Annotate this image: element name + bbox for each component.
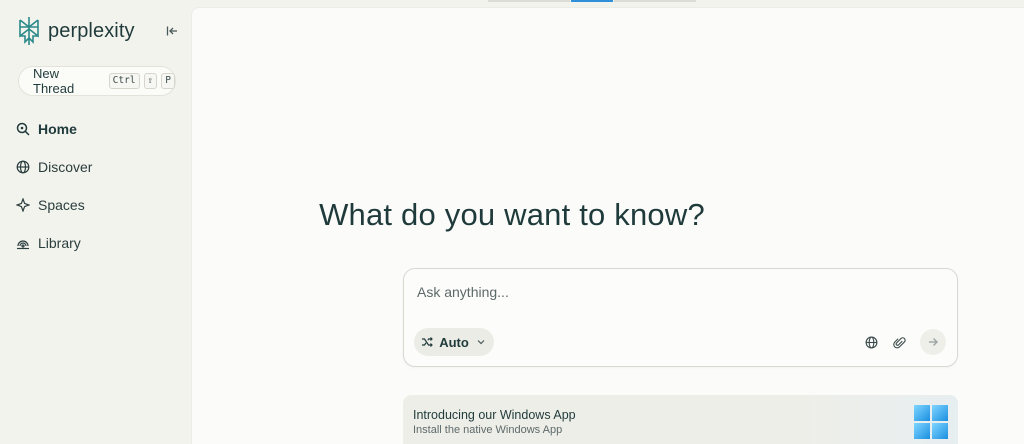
- shuffle-icon: [422, 337, 434, 347]
- promo-title: Introducing our Windows App: [413, 408, 576, 422]
- paperclip-icon: [892, 336, 906, 348]
- new-thread-label: New Thread: [33, 66, 75, 96]
- globe-icon: [865, 336, 877, 348]
- collapse-icon: [166, 26, 177, 36]
- ask-input[interactable]: [417, 281, 937, 303]
- chevron-down-icon: [477, 340, 485, 345]
- windows-app-promo[interactable]: Introducing our Windows App Install the …: [403, 395, 958, 444]
- promo-subtitle: Install the native Windows App: [413, 424, 563, 436]
- app-window: perplexity New Thread Ctrl ⇧ P Home Disc…: [0, 0, 1024, 444]
- arrow-right-icon: [929, 338, 938, 346]
- perplexity-logo-icon: [19, 17, 39, 45]
- brand-name: perplexity: [48, 19, 135, 42]
- source-focus-button[interactable]: [860, 331, 882, 353]
- submit-button[interactable]: [920, 329, 946, 355]
- shortcut-key-ctrl: Ctrl: [108, 73, 140, 89]
- windows-logo-icon: [914, 405, 948, 439]
- sidebar-item-label: Discover: [38, 159, 93, 175]
- mode-label: Auto: [439, 334, 469, 350]
- top-tab-indicator: [488, 0, 698, 2]
- mode-selector-button[interactable]: Auto: [414, 328, 494, 356]
- search-icon: [16, 122, 30, 136]
- library-icon: [17, 240, 29, 250]
- sidebar-item-discover[interactable]: Discover: [0, 154, 191, 180]
- collapse-sidebar-button[interactable]: [163, 22, 181, 40]
- page-title: What do you want to know?: [319, 197, 705, 232]
- brand[interactable]: perplexity: [16, 16, 135, 46]
- ask-box: Auto: [403, 268, 958, 367]
- new-thread-button[interactable]: New Thread Ctrl ⇧ P: [18, 66, 176, 96]
- sidebar-item-library[interactable]: Library: [0, 230, 191, 256]
- sidebar-item-home[interactable]: Home: [0, 116, 191, 142]
- shortcut-key-p: P: [161, 73, 175, 89]
- sidebar-item-label: Library: [38, 235, 81, 251]
- sidebar-nav: Home Discover Spaces Library: [0, 116, 191, 268]
- shortcut-key-shift: ⇧: [143, 73, 158, 89]
- globe-icon: [16, 160, 30, 174]
- sidebar-item-label: Home: [38, 121, 77, 137]
- attach-button[interactable]: [888, 331, 910, 353]
